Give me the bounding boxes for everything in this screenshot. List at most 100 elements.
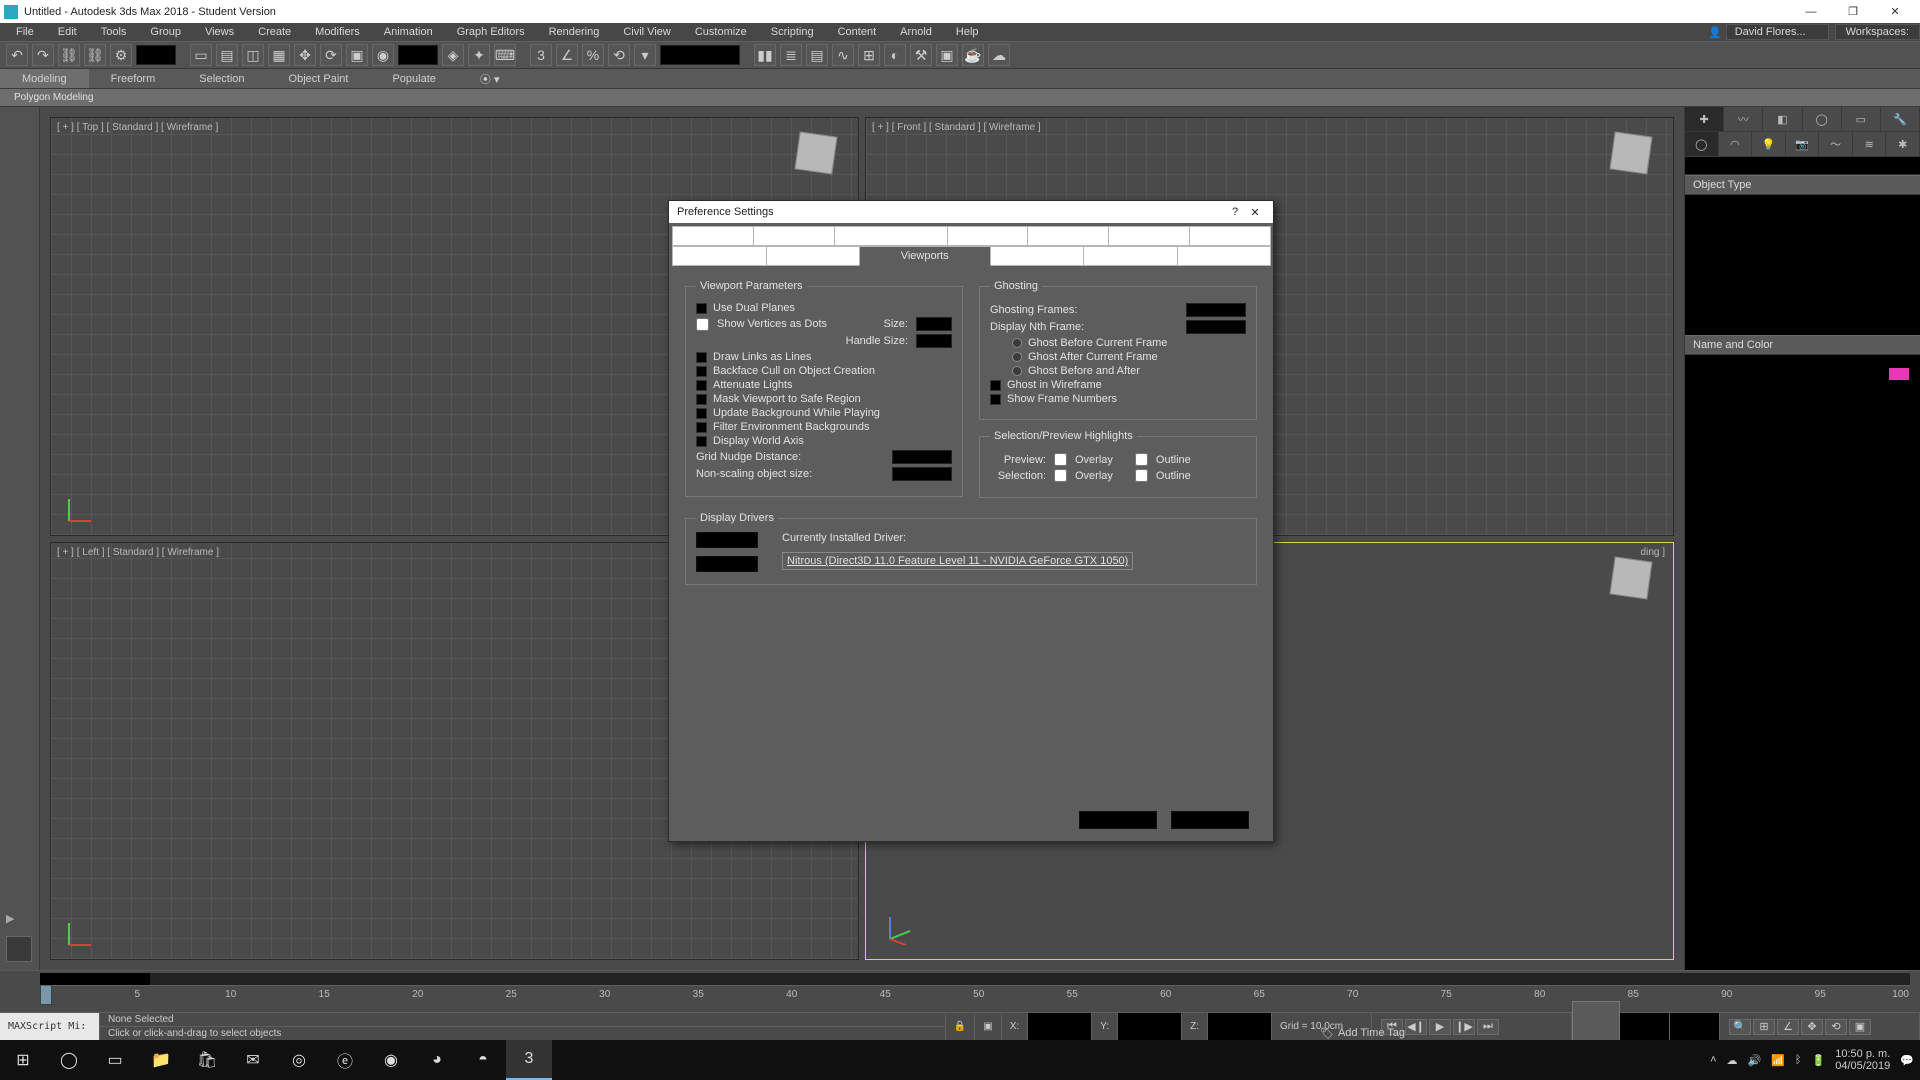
3dsmax-taskbar-icon[interactable]: 3 (506, 1040, 552, 1080)
add-time-tag[interactable]: Add Time Tag (1338, 1027, 1405, 1039)
spacewarps-icon[interactable]: ≋ (1853, 132, 1887, 156)
systems-icon[interactable]: ✱ (1886, 132, 1920, 156)
play-icon[interactable]: ▶ (1429, 1019, 1451, 1035)
taskbar-clock[interactable]: 10:50 p. m. 04/05/2019 (1835, 1048, 1890, 1072)
tray-chevron-icon[interactable]: ˄ (1710, 1054, 1716, 1066)
menu-scripting[interactable]: Scripting (759, 26, 826, 38)
grid-nudge-field[interactable] (892, 450, 952, 464)
time-ruler[interactable]: 5 10 15 20 25 30 35 40 45 50 55 60 65 70… (40, 985, 1910, 1009)
rollout-name-color[interactable]: Name and Color (1685, 335, 1920, 355)
size-field[interactable] (916, 317, 952, 331)
modify-tab-icon[interactable]: 〰 (1724, 107, 1763, 131)
dialog-titlebar[interactable]: Preference Settings ? ✕ (669, 201, 1273, 223)
track-bar[interactable] (40, 973, 1910, 985)
percent-snap-icon[interactable]: % (582, 44, 604, 66)
undo-icon[interactable]: ↶ (6, 44, 28, 66)
zoom-icon[interactable]: 🔍 (1729, 1019, 1751, 1035)
menu-arnold[interactable]: Arnold (888, 26, 944, 38)
display-nth-field[interactable] (1186, 320, 1246, 334)
viewport-left-label[interactable]: [ + ] [ Left ] [ Standard ] [ Wireframe … (57, 547, 219, 558)
window-crossing-icon[interactable]: ▦ (268, 44, 290, 66)
placement-icon[interactable]: ◉ (372, 44, 394, 66)
a360-icon[interactable]: ☁ (988, 44, 1010, 66)
menu-grapheditors[interactable]: Graph Editors (445, 26, 537, 38)
viewcube[interactable] (1601, 126, 1661, 186)
viewport-front-label[interactable]: [ + ] [ Front ] [ Standard ] [ Wireframe… (872, 122, 1041, 133)
maximize-button[interactable]: ❐ (1832, 0, 1874, 23)
next-frame-icon[interactable]: ❙▶ (1453, 1019, 1475, 1035)
render-icon[interactable]: ☕ (962, 44, 984, 66)
autokey-button[interactable] (1572, 1001, 1620, 1041)
nonscaling-size-field[interactable] (892, 467, 952, 481)
prev-frame-icon[interactable]: ◀❙ (1405, 1019, 1427, 1035)
chk-update-bg[interactable] (696, 408, 707, 419)
select-region-icon[interactable]: ◫ (242, 44, 264, 66)
viewport-layout-button[interactable] (6, 936, 32, 962)
helpers-icon[interactable]: 〜 (1819, 132, 1853, 156)
menu-rendering[interactable]: Rendering (537, 26, 612, 38)
schematic-icon[interactable]: ⊞ (858, 44, 880, 66)
chk-mask-safe[interactable] (696, 394, 707, 405)
mirror-icon[interactable]: ▮▮ (754, 44, 776, 66)
battery-icon[interactable]: 🔋 (1812, 1054, 1826, 1067)
material-icon[interactable]: ◐ (884, 44, 906, 66)
create-tab-icon[interactable]: ✚ (1685, 107, 1724, 131)
chk-selection-outline[interactable] (1135, 469, 1148, 482)
named-sel-field[interactable] (660, 45, 740, 65)
tab-viewports[interactable]: Viewports (859, 246, 991, 266)
menu-help[interactable]: Help (944, 26, 991, 38)
choose-driver-button[interactable] (696, 532, 758, 548)
origin-icon[interactable]: ◓ (460, 1040, 506, 1080)
menu-civilview[interactable]: Civil View (611, 26, 682, 38)
menu-animation[interactable]: Animation (372, 26, 445, 38)
curve-editor-icon[interactable]: ∿ (832, 44, 854, 66)
lights-icon[interactable]: 💡 (1752, 132, 1786, 156)
minimize-button[interactable]: — (1790, 0, 1832, 23)
selection-filter[interactable] (136, 45, 176, 65)
ribbon-overflow-icon[interactable]: ⦿ ▾ (458, 69, 522, 88)
store-icon[interactable]: 🛍 (184, 1040, 230, 1080)
geometry-icon[interactable]: ◯ (1685, 132, 1719, 156)
overwatch-icon[interactable]: ◎ (276, 1040, 322, 1080)
spinner-snap-icon[interactable]: ⟲ (608, 44, 630, 66)
onedrive-icon[interactable]: ☁ (1727, 1054, 1738, 1067)
bluetooth-icon[interactable]: ᛒ (1795, 1054, 1802, 1066)
maximize-vp-icon[interactable]: ▣ (1849, 1019, 1871, 1035)
y-field[interactable] (1118, 1013, 1182, 1040)
display-tab-icon[interactable]: ▭ (1842, 107, 1881, 131)
setkey-field[interactable] (1620, 1013, 1670, 1040)
cameras-icon[interactable]: 📷 (1786, 132, 1820, 156)
isolate-icon[interactable]: ▣ (975, 1013, 1001, 1040)
close-button[interactable]: ✕ (1874, 0, 1916, 23)
menu-content[interactable]: Content (826, 26, 889, 38)
taskview-icon[interactable]: ▭ (92, 1040, 138, 1080)
viewcube[interactable] (786, 126, 846, 186)
keyfilters-field[interactable] (1670, 1013, 1720, 1040)
panel-polymodeling[interactable]: Polygon Modeling (4, 92, 104, 103)
z-field[interactable] (1208, 1013, 1272, 1040)
viewport-top-label[interactable]: [ + ] [ Top ] [ Standard ] [ Wireframe ] (57, 122, 218, 133)
cortana-icon[interactable]: ◯ (46, 1040, 92, 1080)
workspaces-dropdown[interactable]: Workspaces: (1835, 24, 1920, 40)
system-tray[interactable]: ˄ ☁ 🔊 📶 ᛒ 🔋 10:50 p. m. 04/05/2019 💬 (1710, 1048, 1920, 1072)
tab-modeling[interactable]: Modeling (0, 69, 89, 88)
unlink-icon[interactable]: ⛓ (84, 44, 106, 66)
user-dropdown[interactable]: David Flores... (1726, 24, 1829, 40)
pivot-icon[interactable]: ◈ (442, 44, 464, 66)
menu-file[interactable]: File (4, 26, 46, 38)
menu-create[interactable]: Create (246, 26, 303, 38)
chk-attenuate-lights[interactable] (696, 380, 707, 391)
lock-icon[interactable]: 🔒 (946, 1013, 975, 1040)
dialog-ok-button[interactable] (1079, 811, 1157, 829)
menu-views[interactable]: Views (193, 26, 246, 38)
menu-edit[interactable]: Edit (46, 26, 89, 38)
motion-tab-icon[interactable]: ◯ (1803, 107, 1842, 131)
fov-icon[interactable]: ∠ (1777, 1019, 1799, 1035)
refcoord[interactable] (398, 45, 438, 65)
category-dropdown[interactable] (1685, 157, 1920, 175)
shapes-icon[interactable]: ◠ (1719, 132, 1753, 156)
start-button[interactable]: ⊞ (0, 1040, 46, 1080)
handle-size-field[interactable] (916, 334, 952, 348)
chk-preview-overlay[interactable] (1054, 453, 1067, 466)
color-swatch[interactable] (1888, 367, 1910, 381)
